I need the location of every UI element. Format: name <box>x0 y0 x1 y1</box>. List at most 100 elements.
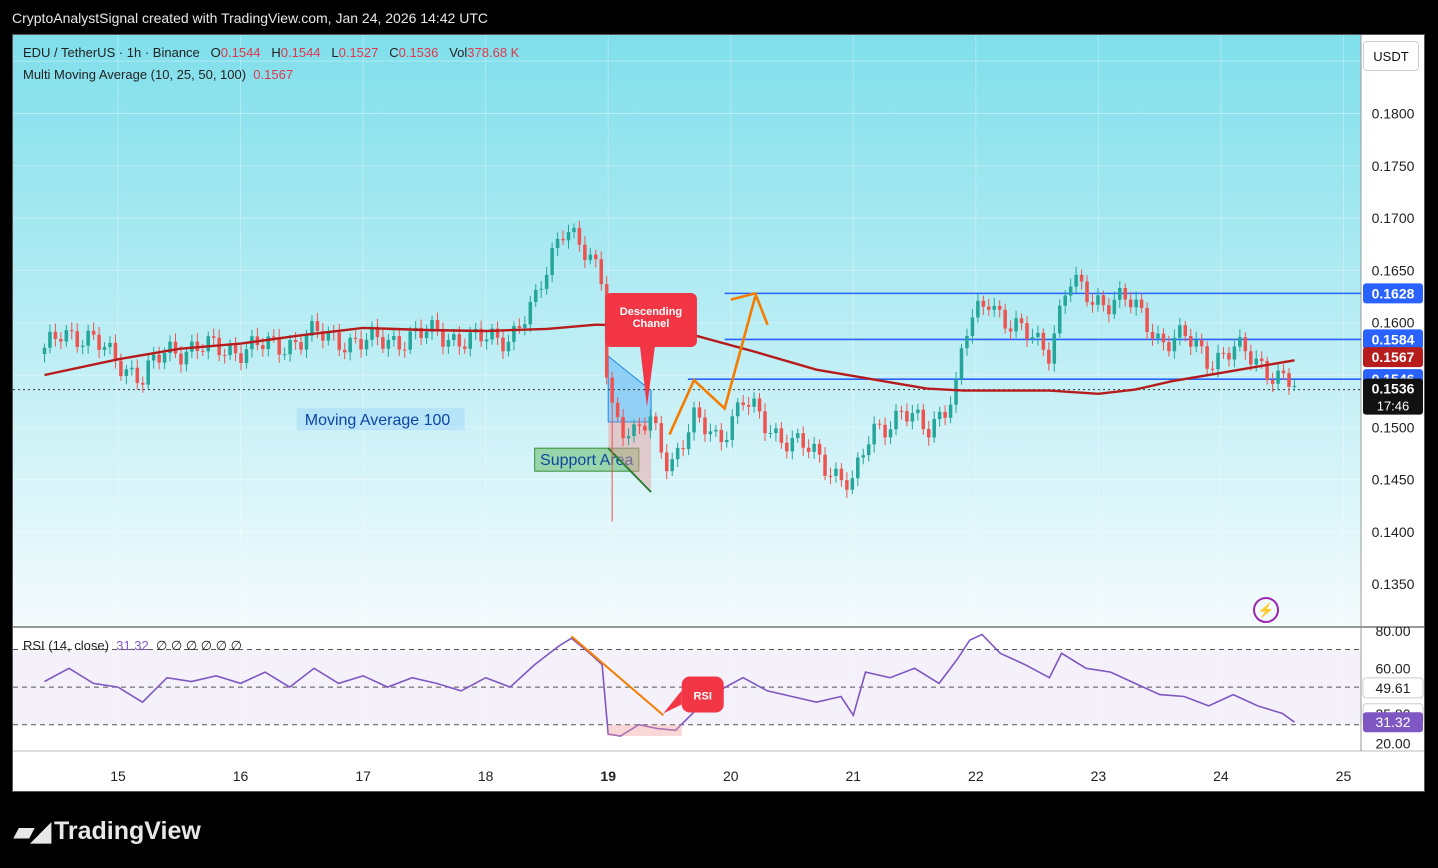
x-tick-label: 24 <box>1213 768 1229 784</box>
candle-body <box>512 326 516 342</box>
chart-canvas[interactable]: 0.18500.18000.17500.17000.16500.16000.15… <box>13 35 1425 792</box>
x-tick-label: 17 <box>355 768 371 784</box>
symbol-label[interactable]: EDU / TetherUS · 1h · Binance <box>23 45 200 60</box>
candle-body <box>981 300 986 307</box>
x-tick-label: 19 <box>600 768 616 784</box>
candle-body <box>899 410 904 412</box>
candle-body <box>1068 286 1073 296</box>
candle-body <box>140 382 145 385</box>
low-value: 0.1527 <box>338 45 379 60</box>
candle-body <box>1025 323 1029 340</box>
candle-body <box>271 336 276 338</box>
candle-body <box>1178 325 1182 338</box>
candle-body <box>1243 337 1248 352</box>
candle-body <box>741 402 745 406</box>
candle-body <box>610 377 614 403</box>
candle-body <box>555 238 560 249</box>
candle-body <box>1112 299 1117 315</box>
candle-body <box>1139 299 1144 308</box>
candle-body <box>364 339 369 350</box>
candle-body <box>992 305 997 310</box>
candle-body <box>506 341 511 352</box>
candle-body <box>277 337 281 355</box>
candle-body <box>910 413 915 422</box>
candle-body <box>539 288 543 290</box>
candle-body <box>424 331 429 339</box>
currency-button[interactable]: USDT <box>1363 41 1419 71</box>
candle-body <box>342 349 347 353</box>
candle-body <box>817 443 822 455</box>
candle-body <box>1096 295 1100 305</box>
candle-body <box>779 428 784 443</box>
candle-body <box>774 428 778 434</box>
candle-body <box>921 409 926 430</box>
candle-body <box>206 336 211 352</box>
candle-body <box>583 244 587 260</box>
candle-body <box>102 347 107 350</box>
candle-body <box>725 439 729 443</box>
candle-body <box>823 454 827 476</box>
candle-body <box>146 360 150 385</box>
candle-body <box>293 339 298 343</box>
candle-body <box>392 336 396 340</box>
candle-body <box>1052 333 1057 364</box>
candle-body <box>664 452 669 472</box>
x-tick-label: 18 <box>478 768 494 784</box>
candle-body <box>457 334 462 347</box>
candle-body <box>381 337 385 349</box>
candle-body <box>850 478 855 490</box>
candle-body <box>1008 328 1013 332</box>
candle-body <box>1161 333 1166 343</box>
candle-body <box>1156 333 1160 339</box>
x-tick-label: 22 <box>968 768 984 784</box>
y-tick-label: 0.1700 <box>1372 210 1415 226</box>
ma-label[interactable]: Multi Moving Average (10, 25, 50, 100) <box>23 67 246 82</box>
open-label: O <box>210 45 221 60</box>
candle-body <box>1057 305 1062 334</box>
candle-body <box>441 330 445 347</box>
candle-body <box>932 419 936 438</box>
candle-body <box>872 423 876 445</box>
candle-body <box>615 402 620 418</box>
y-tick-label: 0.1750 <box>1372 158 1415 174</box>
candle-body <box>64 330 69 342</box>
tradingview-logo: ▰◢ TradingView <box>14 816 201 847</box>
candle-body <box>828 475 833 477</box>
candle-body <box>108 342 112 348</box>
candle-body <box>1118 287 1122 300</box>
candle-body <box>1287 373 1291 387</box>
brand-label: TradingView <box>54 817 201 845</box>
candle-body <box>1063 295 1067 306</box>
open-value: 0.1544 <box>220 45 261 60</box>
candle-body <box>1216 352 1220 370</box>
candle-body <box>408 331 412 350</box>
candle-body <box>75 331 80 347</box>
ma-value: 0.1567 <box>253 67 294 82</box>
rsi-axis-label: 60.00 <box>1375 660 1410 676</box>
candle-body <box>1150 331 1155 339</box>
candle-body <box>211 336 216 338</box>
candle-body <box>1101 295 1106 306</box>
candle-body <box>1210 368 1215 370</box>
candle-body <box>937 411 942 420</box>
candle-body <box>834 468 838 476</box>
x-tick-label: 25 <box>1336 768 1352 784</box>
candle-body <box>997 305 1002 310</box>
rsi-label[interactable]: RSI (14, close) <box>23 638 109 653</box>
candle-body <box>883 424 887 438</box>
candle-body <box>572 227 576 233</box>
descending-callout-line1: Descending <box>620 306 682 318</box>
candle-body <box>517 326 522 328</box>
low-label: L <box>331 45 339 60</box>
chart-frame: 0.18500.18000.17500.17000.16500.16000.15… <box>12 34 1425 792</box>
candle-body <box>768 433 773 435</box>
candle-body <box>70 330 74 332</box>
candle-body <box>757 398 762 412</box>
lightning-icon[interactable]: ⚡ <box>1253 597 1279 623</box>
candle-body <box>359 338 363 350</box>
candle-body <box>943 411 947 418</box>
candle-body <box>812 443 816 452</box>
candle-body <box>926 429 931 438</box>
candle-body <box>1238 337 1242 347</box>
close-label: C <box>389 45 399 60</box>
